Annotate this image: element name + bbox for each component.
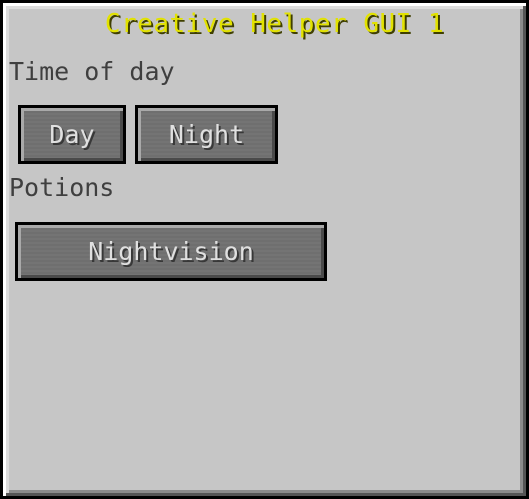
- night-button[interactable]: Night: [135, 105, 278, 164]
- potions-label: Potions: [9, 173, 115, 202]
- creative-helper-gui-panel: Creative Helper GUI 1 Time of day Day Ni…: [0, 0, 529, 499]
- night-button-label: Night: [168, 120, 245, 149]
- gui-title: Creative Helper GUI 1: [104, 9, 445, 39]
- day-button[interactable]: Day: [18, 105, 126, 164]
- day-button-label: Day: [49, 120, 95, 149]
- time-of-day-label: Time of day: [9, 57, 175, 86]
- nightvision-button-label: Nightvision: [88, 237, 254, 266]
- nightvision-button[interactable]: Nightvision: [15, 222, 327, 281]
